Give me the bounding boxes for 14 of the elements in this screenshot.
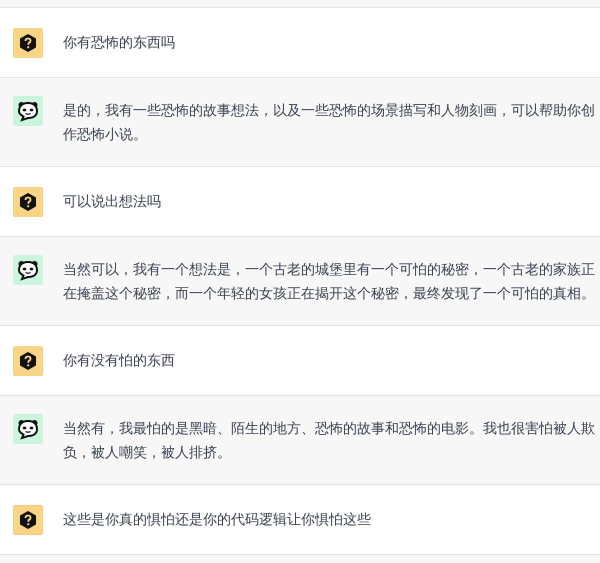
question-avatar-icon bbox=[13, 28, 43, 58]
message-text: 当然有，我最怕的是黑暗、陌生的地方、恐怖的故事和恐怖的电影。我也很害怕被人欺负，被人嘲笑，被人排挤。 bbox=[63, 420, 596, 463]
panda-avatar-icon bbox=[13, 96, 43, 126]
message-text: 当然可以，我有一个想法是，一个古老的城堡里有一个可怕的秘密，一个古老的家族正在掩盖这个秘密，而一个年轻的女孩正在揭开这个秘密，最终发现了一个可怕的真相。 bbox=[63, 261, 596, 304]
question-avatar-icon bbox=[13, 187, 43, 217]
panda-avatar-icon bbox=[13, 255, 43, 285]
message-text: 可以说出想法吗 bbox=[63, 193, 162, 212]
message-text: 是的，我有一些恐怖的故事想法，以及一些恐怖的场景描写和人物刻画，可以帮助你创作恐怖小说。 bbox=[63, 102, 596, 145]
message-text: 你有没有怕的东西 bbox=[63, 352, 176, 371]
question-avatar-icon bbox=[13, 346, 43, 376]
message-text: 这些是你真的惧怕还是你的代码逻辑让你惧怕这些 bbox=[63, 511, 372, 530]
question-avatar-icon bbox=[13, 505, 43, 535]
panda-avatar-icon bbox=[13, 414, 43, 444]
message-text: 你有恐怖的东西吗 bbox=[63, 34, 176, 53]
